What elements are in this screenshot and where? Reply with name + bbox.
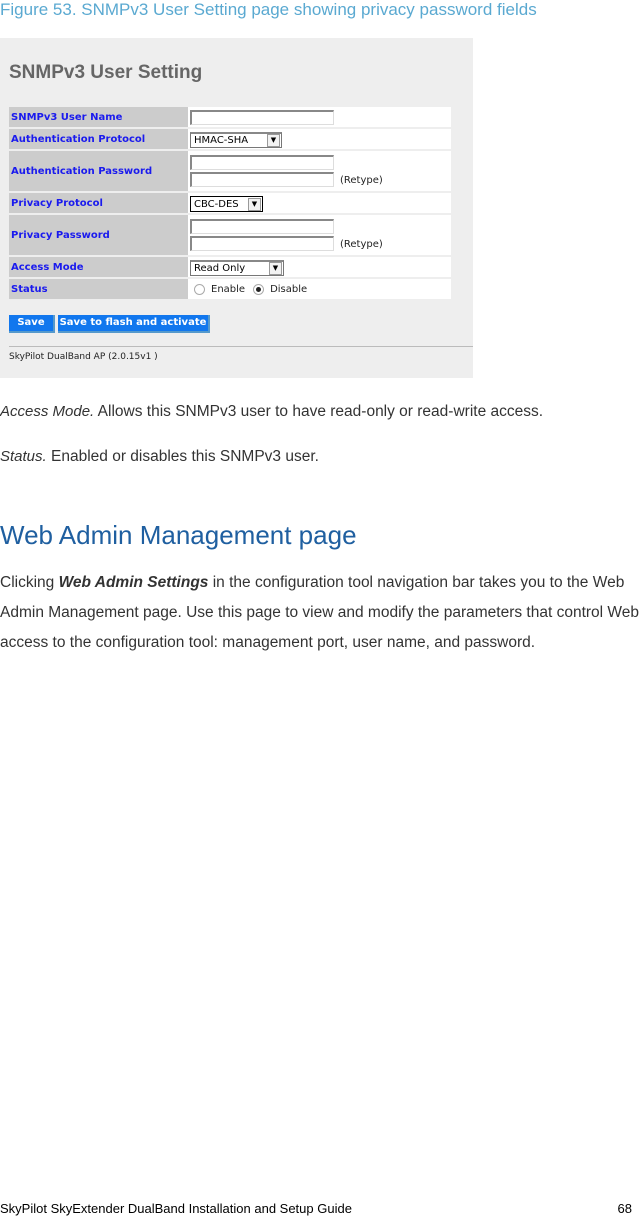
user-name-label: SNMPv3 User Name bbox=[9, 107, 188, 127]
status-text: Enabled or disables this SNMPv3 user. bbox=[46, 448, 319, 465]
intro-term: Web Admin Settings bbox=[58, 574, 209, 591]
auth-retype-label: (Retype) bbox=[340, 175, 383, 186]
privacy-password-retype-input[interactable] bbox=[190, 236, 334, 251]
divider bbox=[9, 346, 473, 347]
intro-before: Clicking bbox=[0, 574, 59, 591]
auth-protocol-select[interactable]: HMAC-SHA ▼ bbox=[190, 132, 282, 148]
status-enable-label: Enable bbox=[211, 283, 246, 295]
auth-password-retype-input[interactable] bbox=[190, 172, 334, 187]
privacy-protocol-label: Privacy Protocol bbox=[9, 193, 188, 213]
form-row-user-name: SNMPv3 User Name bbox=[9, 107, 451, 127]
privacy-protocol-select[interactable]: CBC-DES ▼ bbox=[190, 196, 263, 213]
snmpv3-user-setting-screenshot: SNMPv3 User Setting SNMPv3 User Name Aut… bbox=[0, 38, 473, 378]
chevron-down-icon: ▼ bbox=[248, 197, 261, 211]
access-mode-description: Access Mode. Allows this SNMPv3 user to … bbox=[0, 403, 543, 421]
save-to-flash-button[interactable]: Save to flash and activate bbox=[58, 315, 210, 333]
user-name-input[interactable] bbox=[190, 109, 334, 125]
access-mode-term: Access Mode. bbox=[0, 403, 95, 420]
auth-protocol-value: HMAC-SHA bbox=[194, 135, 249, 146]
auth-protocol-label: Authentication Protocol bbox=[9, 129, 188, 149]
privacy-protocol-value: CBC-DES bbox=[194, 198, 239, 210]
access-mode-text: Allows this SNMPv3 user to have read-onl… bbox=[94, 403, 544, 420]
access-mode-label: Access Mode bbox=[9, 257, 188, 277]
privacy-password-input[interactable] bbox=[190, 219, 334, 234]
privacy-password-label: Privacy Password bbox=[9, 215, 188, 255]
auth-password-label: Authentication Password bbox=[9, 151, 188, 191]
access-mode-value: Read Only bbox=[194, 263, 246, 274]
status-enable-radio[interactable] bbox=[194, 283, 205, 295]
form-row-status: Status Enable Disable bbox=[9, 279, 451, 299]
chevron-down-icon: ▼ bbox=[267, 134, 280, 147]
form-row-privacy-password: Privacy Password (Retype) bbox=[9, 215, 451, 255]
figure-caption: Figure 53. SNMPv3 User Setting page show… bbox=[0, 0, 537, 19]
firmware-version: SkyPilot DualBand AP (2.0.15v1 ) bbox=[9, 352, 158, 362]
form-row-access-mode: Access Mode Read Only ▼ bbox=[9, 257, 451, 277]
section-heading: Web Admin Management page bbox=[0, 520, 357, 550]
section-intro: Clicking Web Admin Settings in the confi… bbox=[0, 568, 644, 658]
page-number: 68 bbox=[617, 1201, 632, 1216]
privacy-retype-label: (Retype) bbox=[340, 239, 383, 250]
access-mode-select[interactable]: Read Only ▼ bbox=[190, 260, 284, 276]
status-disable-radio[interactable] bbox=[253, 283, 265, 295]
form-row-auth-password: Authentication Password (Retype) bbox=[9, 151, 451, 191]
status-description: Status. Enabled or disables this SNMPv3 … bbox=[0, 448, 319, 466]
form-row-privacy-protocol: Privacy Protocol CBC-DES ▼ bbox=[9, 193, 451, 213]
status-label: Status bbox=[9, 279, 188, 299]
chevron-down-icon: ▼ bbox=[269, 262, 282, 275]
status-term: Status. bbox=[0, 448, 47, 465]
guide-title: SkyPilot SkyExtender DualBand Installati… bbox=[0, 1201, 352, 1216]
status-disable-label: Disable bbox=[270, 283, 308, 295]
auth-password-input[interactable] bbox=[190, 155, 334, 170]
save-button[interactable]: Save bbox=[9, 315, 55, 333]
page-title: SNMPv3 User Setting bbox=[9, 62, 203, 83]
form-row-auth-protocol: Authentication Protocol HMAC-SHA ▼ bbox=[9, 129, 451, 149]
settings-form: SNMPv3 User Name Authentication Protocol… bbox=[9, 105, 451, 301]
